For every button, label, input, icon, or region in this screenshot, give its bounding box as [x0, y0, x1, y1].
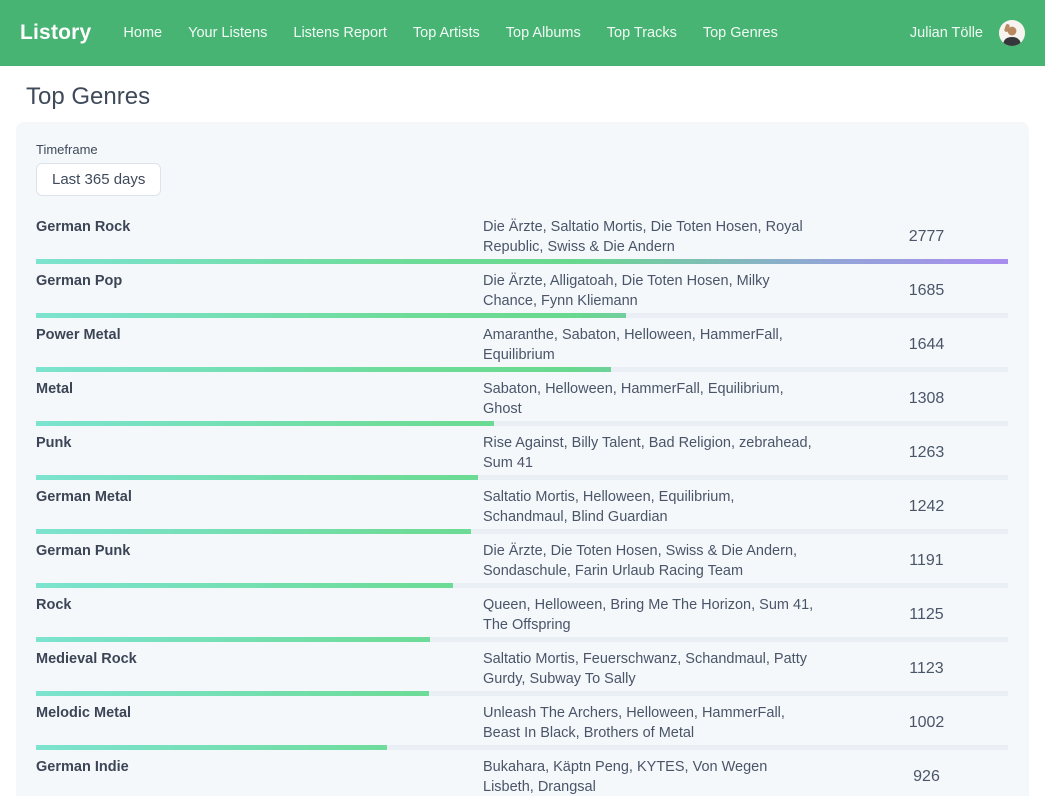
timeframe-select[interactable]: Last 365 days	[36, 163, 161, 196]
genre-progress-fill	[36, 313, 626, 318]
genre-name: Medieval Rock	[36, 649, 483, 669]
genre-artists: Amaranthe, Sabaton, Helloween, HammerFal…	[483, 325, 845, 365]
nav-item-top-artists[interactable]: Top Artists	[413, 25, 480, 41]
genre-progress-track	[36, 529, 1008, 534]
genre-name: Metal	[36, 379, 483, 399]
genre-progress-fill	[36, 529, 471, 534]
genre-count: 926	[845, 768, 1008, 786]
genre-row: PunkRise Against, Billy Talent, Bad Reli…	[36, 426, 1008, 480]
user-avatar-icon[interactable]	[999, 20, 1025, 46]
genre-count: 1685	[845, 282, 1008, 300]
genre-row: German MetalSaltatio Mortis, Helloween, …	[36, 480, 1008, 534]
genre-row: MetalSabaton, Helloween, HammerFall, Equ…	[36, 372, 1008, 426]
genre-progress-track	[36, 691, 1008, 696]
genre-row: German PunkDie Ärzte, Die Toten Hosen, S…	[36, 534, 1008, 588]
genre-artists: Unleash The Archers, Helloween, HammerFa…	[483, 703, 845, 743]
genre-table: German RockDie Ärzte, Saltatio Mortis, D…	[36, 210, 1008, 796]
nav-item-top-genres[interactable]: Top Genres	[703, 25, 778, 41]
genre-artists: Saltatio Mortis, Helloween, Equilibrium,…	[483, 487, 845, 527]
genre-row: Power MetalAmaranthe, Sabaton, Helloween…	[36, 318, 1008, 372]
genre-progress-fill	[36, 745, 387, 750]
genre-name: Rock	[36, 595, 483, 615]
app-header: Listory Home Your Listens Listens Report…	[0, 0, 1045, 66]
genre-progress-fill	[36, 475, 478, 480]
genre-count: 1123	[845, 660, 1008, 678]
genre-artists: Rise Against, Billy Talent, Bad Religion…	[483, 433, 845, 473]
genre-count: 1002	[845, 714, 1008, 732]
genre-count: 1644	[845, 336, 1008, 354]
genre-row: Melodic MetalUnleash The Archers, Hellow…	[36, 696, 1008, 750]
genre-name: German Pop	[36, 271, 483, 291]
genre-artists: Die Ärzte, Alligatoah, Die Toten Hosen, …	[483, 271, 845, 311]
genre-artists: Saltatio Mortis, Feuerschwanz, Schandmau…	[483, 649, 845, 689]
app-logo[interactable]: Listory	[20, 21, 91, 45]
genre-name: Melodic Metal	[36, 703, 483, 723]
genre-count: 2777	[845, 228, 1008, 246]
genre-row: Medieval RockSaltatio Mortis, Feuerschwa…	[36, 642, 1008, 696]
nav-item-top-albums[interactable]: Top Albums	[506, 25, 581, 41]
nav-item-your-listens[interactable]: Your Listens	[188, 25, 267, 41]
genre-progress-track	[36, 745, 1008, 750]
genre-progress-fill	[36, 637, 430, 642]
genre-name: Power Metal	[36, 325, 483, 345]
genre-count: 1125	[845, 606, 1008, 624]
genre-progress-fill	[36, 421, 494, 426]
user-name[interactable]: Julian Tölle	[910, 25, 983, 41]
genre-progress-track	[36, 583, 1008, 588]
genre-progress-fill	[36, 259, 1008, 264]
top-genres-card: Timeframe Last 365 days German RockDie Ä…	[16, 122, 1029, 796]
genre-progress-track	[36, 313, 1008, 318]
genre-progress-fill	[36, 583, 453, 588]
genre-artists: Die Ärzte, Die Toten Hosen, Swiss & Die …	[483, 541, 845, 581]
timeframe-label: Timeframe	[36, 142, 1008, 157]
genre-progress-track	[36, 475, 1008, 480]
genre-name: Punk	[36, 433, 483, 453]
genre-row: German PopDie Ärzte, Alligatoah, Die Tot…	[36, 264, 1008, 318]
page-title: Top Genres	[26, 83, 1045, 111]
genre-progress-fill	[36, 691, 429, 696]
genre-count: 1308	[845, 390, 1008, 408]
genre-count: 1242	[845, 498, 1008, 516]
genre-count: 1263	[845, 444, 1008, 462]
genre-name: German Rock	[36, 217, 483, 237]
genre-count: 1191	[845, 552, 1008, 570]
genre-row: German RockDie Ärzte, Saltatio Mortis, D…	[36, 210, 1008, 264]
genre-row: RockQueen, Helloween, Bring Me The Horiz…	[36, 588, 1008, 642]
genre-name: German Metal	[36, 487, 483, 507]
genre-name: German Punk	[36, 541, 483, 561]
nav-item-listens-report[interactable]: Listens Report	[293, 25, 387, 41]
nav-item-top-tracks[interactable]: Top Tracks	[607, 25, 677, 41]
genre-progress-track	[36, 367, 1008, 372]
main-nav: Home Your Listens Listens Report Top Art…	[123, 25, 777, 41]
main-content: Top Genres Timeframe Last 365 days Germa…	[0, 83, 1045, 796]
genre-artists: Die Ärzte, Saltatio Mortis, Die Toten Ho…	[483, 217, 845, 257]
genre-row: German IndieBukahara, Käptn Peng, KYTES,…	[36, 750, 1008, 796]
nav-item-home[interactable]: Home	[123, 25, 162, 41]
genre-artists: Bukahara, Käptn Peng, KYTES, Von Wegen L…	[483, 757, 845, 796]
genre-progress-track	[36, 259, 1008, 264]
genre-name: German Indie	[36, 757, 483, 777]
genre-progress-track	[36, 637, 1008, 642]
genre-artists: Queen, Helloween, Bring Me The Horizon, …	[483, 595, 845, 635]
genre-artists: Sabaton, Helloween, HammerFall, Equilibr…	[483, 379, 845, 419]
genre-progress-fill	[36, 367, 611, 372]
genre-progress-track	[36, 421, 1008, 426]
